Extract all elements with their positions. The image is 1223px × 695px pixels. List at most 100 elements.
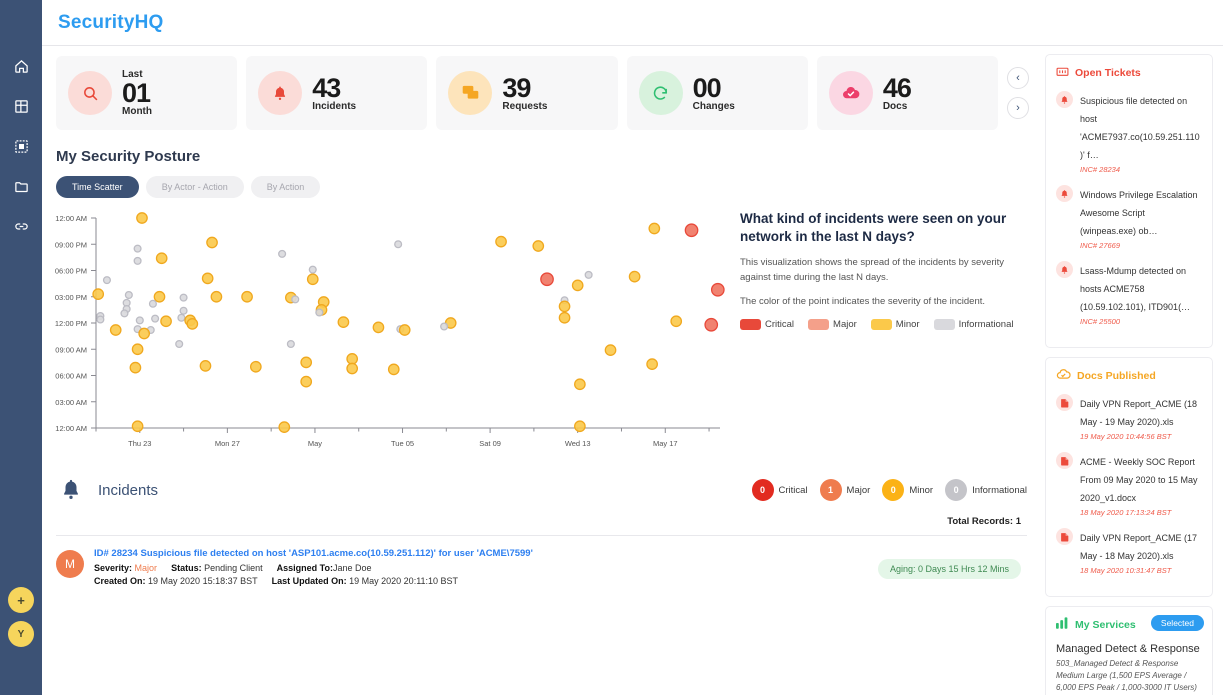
stat-card-changes[interactable]: 00 Changes <box>626 56 808 130</box>
list-item[interactable]: Daily VPN Report_ACME (18 May - 19 May 2… <box>1056 394 1202 441</box>
docs-published-panel: Docs Published Daily VPN Report_ACME (18… <box>1045 357 1213 597</box>
list-item-text: Windows Privilege Escalation Awesome Scr… <box>1080 185 1202 250</box>
list-item-title: Daily VPN Report_ACME (18 May - 19 May 2… <box>1080 399 1198 427</box>
stat-label: Requests <box>502 100 548 112</box>
file-icon <box>1056 394 1073 411</box>
stat-card-requests[interactable]: 39 Requests <box>436 56 618 130</box>
file-icon <box>1056 452 1073 469</box>
stat-card-docs[interactable]: 46 Docs <box>816 56 999 130</box>
list-item[interactable]: Windows Privilege Escalation Awesome Scr… <box>1056 185 1202 250</box>
right-sidebar: Open Tickets Suspicious file detected on… <box>1041 46 1223 695</box>
body-area: Last 01 Month 43 Incidents 39 Requests 00 Change… <box>42 46 1223 695</box>
total-records-label: Total Records: 1 <box>56 502 1027 536</box>
tab-by-actor-action[interactable]: By Actor - Action <box>145 176 244 198</box>
stat-label: Incidents <box>312 100 357 112</box>
tab-time-scatter[interactable]: Time Scatter <box>56 176 139 198</box>
severity-name: Informational <box>972 484 1027 496</box>
severity-count-minor[interactable]: 0 Minor <box>882 479 933 501</box>
legend-swatch <box>870 318 892 330</box>
chart-description-heading: What kind of incidents were seen on your… <box>740 211 1007 245</box>
sidebar-item-dashboard[interactable] <box>7 92 35 120</box>
list-item[interactable]: Daily VPN Report_ACME (17 May - 18 May 2… <box>1056 528 1202 575</box>
stat-text: 46 Docs <box>882 72 912 112</box>
severity-count-critical[interactable]: 0 Critical <box>751 479 808 501</box>
list-item-ref: 19 May 2020 10:44:56 BST <box>1080 432 1172 441</box>
list-item[interactable]: ACME - Weekly SOC Report From 09 May 202… <box>1056 452 1202 517</box>
app-root: + Y SecurityHQ Last 01 Month 43 Incidents 39 R… <box>0 0 1223 695</box>
svg-text:03:00 PM: 03:00 PM <box>55 293 87 302</box>
severity-bubble: 0 <box>945 479 968 501</box>
chart-description: What kind of incidents were seen on your… <box>732 210 1027 460</box>
legend-item-major: Major <box>808 318 857 330</box>
tab-by-action[interactable]: By Action <box>250 176 321 198</box>
list-item-text: Daily VPN Report_ACME (18 May - 19 May 2… <box>1080 394 1202 441</box>
top-bar: SecurityHQ <box>42 0 1223 46</box>
stat-value: 43 <box>312 72 341 103</box>
svg-text:09:00 AM: 09:00 AM <box>55 345 87 354</box>
add-button[interactable]: + <box>8 587 34 613</box>
list-item-text: Suspicious file detected on host 'ACME79… <box>1080 91 1202 174</box>
severity-count-major[interactable]: 1 Major <box>819 479 871 501</box>
stat-cards: Last 01 Month 43 Incidents 39 Requests 00 Change… <box>56 56 999 130</box>
list-item[interactable]: Lsass-Mdump detected on hosts ACME758 (1… <box>1056 261 1202 326</box>
incident-severity-counts: 0 Critical 1 Major 0 Minor 0 Informational <box>744 479 1027 501</box>
service-name: Managed Detect & Response <box>1056 643 1200 655</box>
table-row[interactable]: M ID# 28234 Suspicious file detected on h… <box>56 536 1027 589</box>
sidebar-fab-group: + Y <box>0 587 42 647</box>
stat-value: 39 <box>502 72 531 103</box>
list-item-text: ACME - Weekly SOC Report From 09 May 202… <box>1080 452 1202 517</box>
carousel-prev-button[interactable]: ‹ <box>1007 67 1029 89</box>
open-tickets-panel: Open Tickets Suspicious file detected on… <box>1045 54 1213 348</box>
stat-text: 00 Changes <box>693 74 735 112</box>
svg-text:Thu 23: Thu 23 <box>128 439 151 448</box>
list-item-ref: INC# 25500 <box>1080 317 1121 326</box>
stats-carousel: ‹ › <box>1007 67 1041 119</box>
created-label: Created On: <box>94 576 146 586</box>
svg-text:May 17: May 17 <box>653 439 678 448</box>
bell-icon <box>56 478 86 502</box>
chart-description-p2: The color of the point indicates the sev… <box>740 295 986 307</box>
legend-swatch <box>933 318 955 330</box>
sidebar-item-folder[interactable] <box>7 172 35 200</box>
assistant-button[interactable]: Y <box>8 621 34 647</box>
file-icon <box>1056 528 1073 545</box>
created-value: 19 May 2020 15:18:37 BST <box>148 576 258 586</box>
stat-value: 46 <box>882 72 912 103</box>
stat-card-month[interactable]: Last 01 Month <box>56 56 238 130</box>
list-item-ref: INC# 28234 <box>1080 165 1121 174</box>
stat-text: 39 Requests <box>502 72 548 112</box>
status-badge[interactable]: Selected <box>1150 615 1204 631</box>
page: SecurityHQ Last 01 Month 43 Incidents 39 Reque… <box>42 0 1223 695</box>
chart-row: 12:00 AM 09:00 PM 06:00 PM 03:00 PM 12:00 PM… <box>42 198 1041 460</box>
list-item-title: ACME - Weekly SOC Report From 09 May 202… <box>1080 457 1198 503</box>
my-services-panel: Selected My Services Managed Detect & Re… <box>1045 606 1213 695</box>
stat-card-incidents[interactable]: 43 Incidents <box>246 56 428 130</box>
updated-value: 19 May 2020 20:11:10 BST <box>349 576 459 586</box>
chat-icon <box>448 71 493 115</box>
service-description: 503_Managed Detect & Response Medium Lar… <box>1056 659 1197 692</box>
svg-text:09:00 PM: 09:00 PM <box>55 240 87 249</box>
list-item-ref: 18 May 2020 10:31:47 BST <box>1080 566 1172 575</box>
sidebar-item-assets[interactable] <box>7 132 35 160</box>
legend-swatch <box>740 318 761 330</box>
carousel-next-button[interactable]: › <box>1007 97 1029 119</box>
time-scatter-chart[interactable]: 12:00 AM 09:00 PM 06:00 PM 03:00 PM 12:00 PM… <box>42 210 732 460</box>
cloud-check-icon <box>828 71 873 115</box>
main-content: Last 01 Month 43 Incidents 39 Requests 00 Change… <box>42 46 1041 695</box>
severity-bubble: 1 <box>819 479 842 501</box>
sidebar-item-home[interactable] <box>7 52 35 80</box>
chart-legend: Critical Major Minor Informational <box>740 318 1027 330</box>
svg-text:Mon 27: Mon 27 <box>215 439 240 448</box>
severity-count-informational[interactable]: 0 Informational <box>945 479 1027 501</box>
incident-title-link[interactable]: ID# 28234 Suspicious file detected on ho… <box>94 548 868 559</box>
stat-text: Last 01 Month <box>122 69 152 117</box>
sidebar-item-links[interactable] <box>7 212 35 240</box>
severity-name: Major <box>846 484 871 496</box>
incident-rows: M ID# 28234 Suspicious file detected on h… <box>56 536 1027 589</box>
docs-published-list: Daily VPN Report_ACME (18 May - 19 May 2… <box>1056 394 1202 575</box>
svg-text:May: May <box>308 439 322 448</box>
bell-icon <box>1056 185 1073 202</box>
bell-icon <box>1056 261 1073 278</box>
list-item-title: Suspicious file detected on host 'ACME79… <box>1080 96 1200 160</box>
list-item[interactable]: Suspicious file detected on host 'ACME79… <box>1056 91 1202 174</box>
